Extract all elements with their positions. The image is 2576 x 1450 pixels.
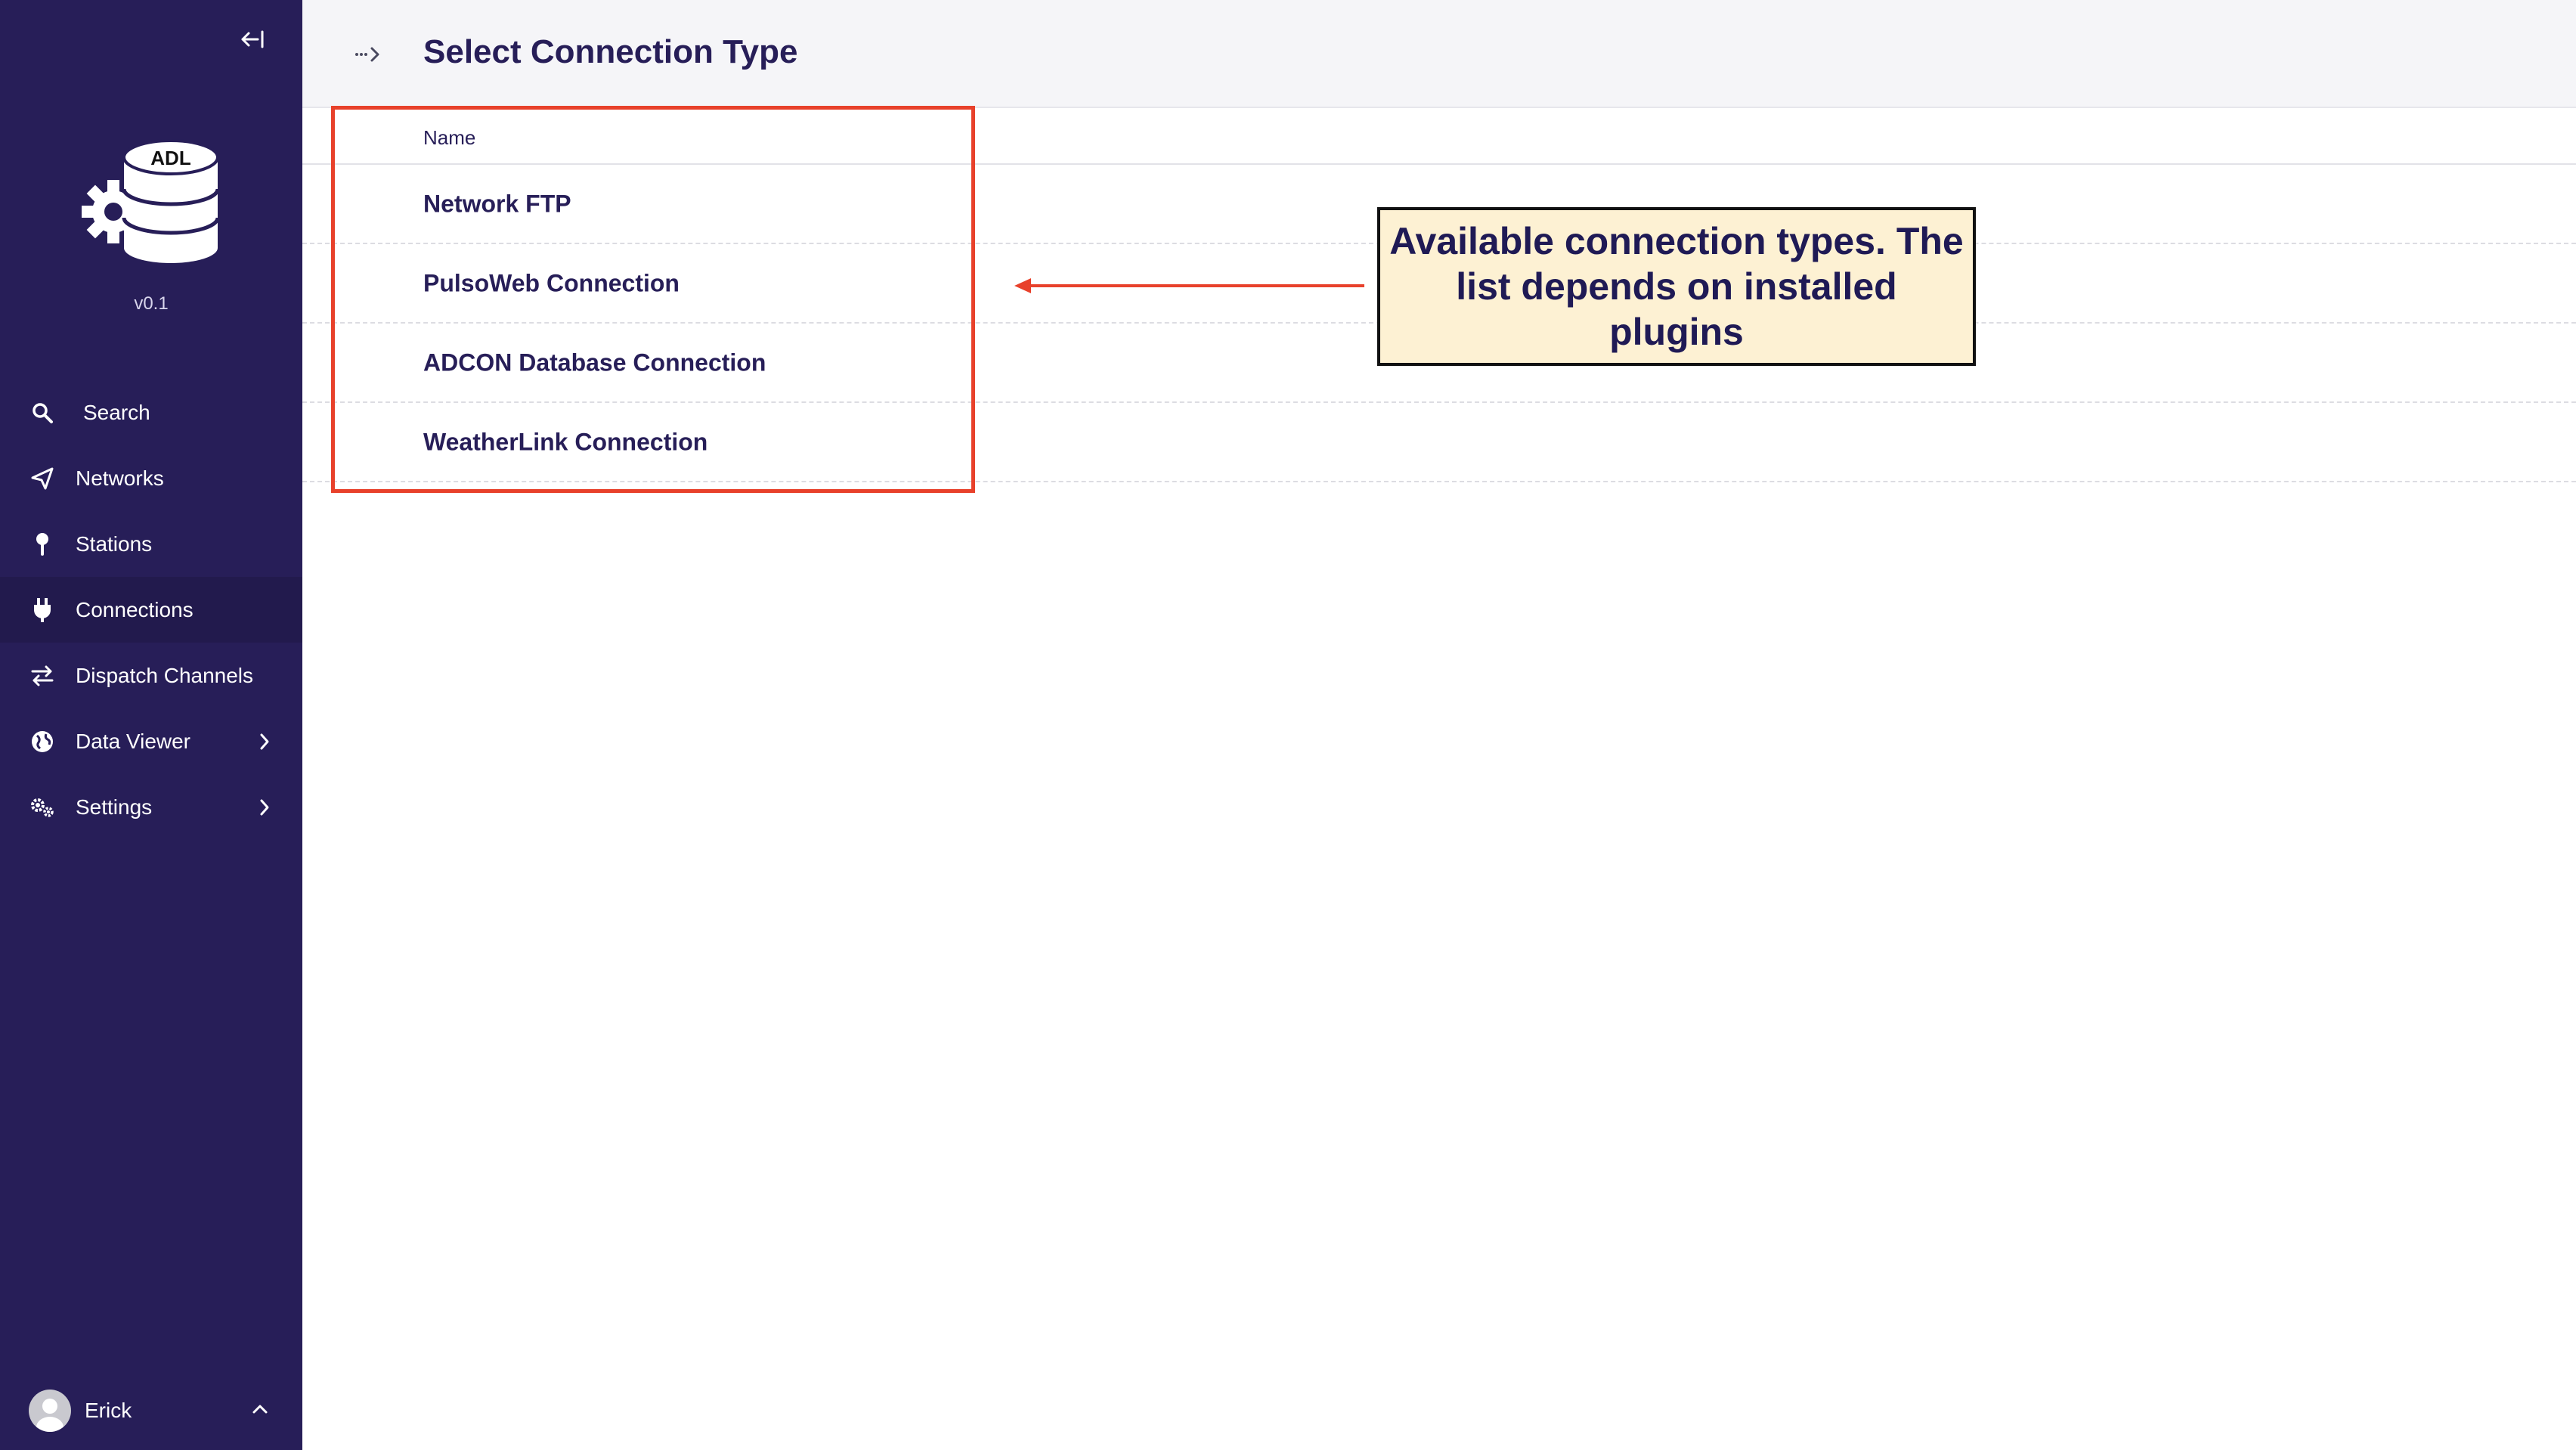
column-header-name: Name: [423, 126, 476, 149]
sidebar: ADL v0.1 Search Networks Stations Connec…: [0, 0, 302, 1450]
annotation-callout: Available connection types. The list dep…: [1377, 207, 1976, 366]
sidebar-item-label: Data Viewer: [76, 729, 191, 753]
plug-icon: [27, 595, 57, 625]
logo-text: ADL: [150, 147, 191, 169]
sidebar-item-settings[interactable]: Settings: [0, 774, 302, 840]
sidebar-item-dispatch-channels[interactable]: Dispatch Channels: [0, 643, 302, 708]
search-icon: [27, 398, 57, 428]
sidebar-item-networks[interactable]: Networks: [0, 445, 302, 511]
annotation-arrow: [1014, 278, 1364, 293]
sidebar-item-data-viewer[interactable]: Data Viewer: [0, 708, 302, 774]
dots-arrow-icon: [355, 47, 379, 62]
connection-type-name: Network FTP: [423, 190, 571, 217]
sidebar-item-stations[interactable]: Stations: [0, 511, 302, 577]
user-menu[interactable]: Erick: [0, 1383, 302, 1436]
sidebar-item-label: Settings: [76, 795, 153, 819]
gears-icon: [27, 792, 57, 823]
sidebar-nav: Search Networks Stations Connections Dis…: [0, 380, 302, 840]
page-title: Select Connection Type: [423, 33, 798, 70]
page-header: Select Connection Type: [302, 0, 2576, 108]
chevron-up-icon: [248, 1397, 272, 1421]
sidebar-item-connections[interactable]: Connections: [0, 577, 302, 643]
table-row[interactable]: WeatherLink Connection: [302, 403, 2576, 482]
connection-type-name: WeatherLink Connection: [423, 428, 708, 455]
app-logo: ADL: [82, 127, 233, 278]
connection-type-name: ADCON Database Connection: [423, 349, 766, 376]
sidebar-item-label: Search: [83, 400, 150, 424]
globe-icon: [27, 727, 57, 757]
chevron-right-icon: [254, 797, 275, 818]
connection-type-name: PulsoWeb Connection: [423, 269, 680, 296]
chevron-right-icon: [254, 731, 275, 752]
sidebar-item-search[interactable]: Search: [0, 380, 302, 445]
table-header: Name: [302, 108, 2576, 165]
sidebar-item-label: Networks: [76, 466, 164, 490]
collapse-left-icon: [241, 30, 264, 48]
app-version: v0.1: [134, 293, 169, 314]
sidebar-item-label: Connections: [76, 597, 194, 621]
swap-icon: [27, 661, 57, 691]
send-icon: [27, 463, 57, 494]
user-name: Erick: [85, 1399, 132, 1422]
collapse-sidebar-button[interactable]: [233, 23, 272, 56]
expand-button[interactable]: [352, 41, 385, 68]
sidebar-item-label: Dispatch Channels: [76, 663, 254, 687]
sidebar-item-label: Stations: [76, 531, 153, 556]
app-window: ADL v0.1 Search Networks Stations Connec…: [0, 0, 2576, 1450]
avatar: [29, 1390, 71, 1432]
pin-icon: [27, 529, 57, 559]
